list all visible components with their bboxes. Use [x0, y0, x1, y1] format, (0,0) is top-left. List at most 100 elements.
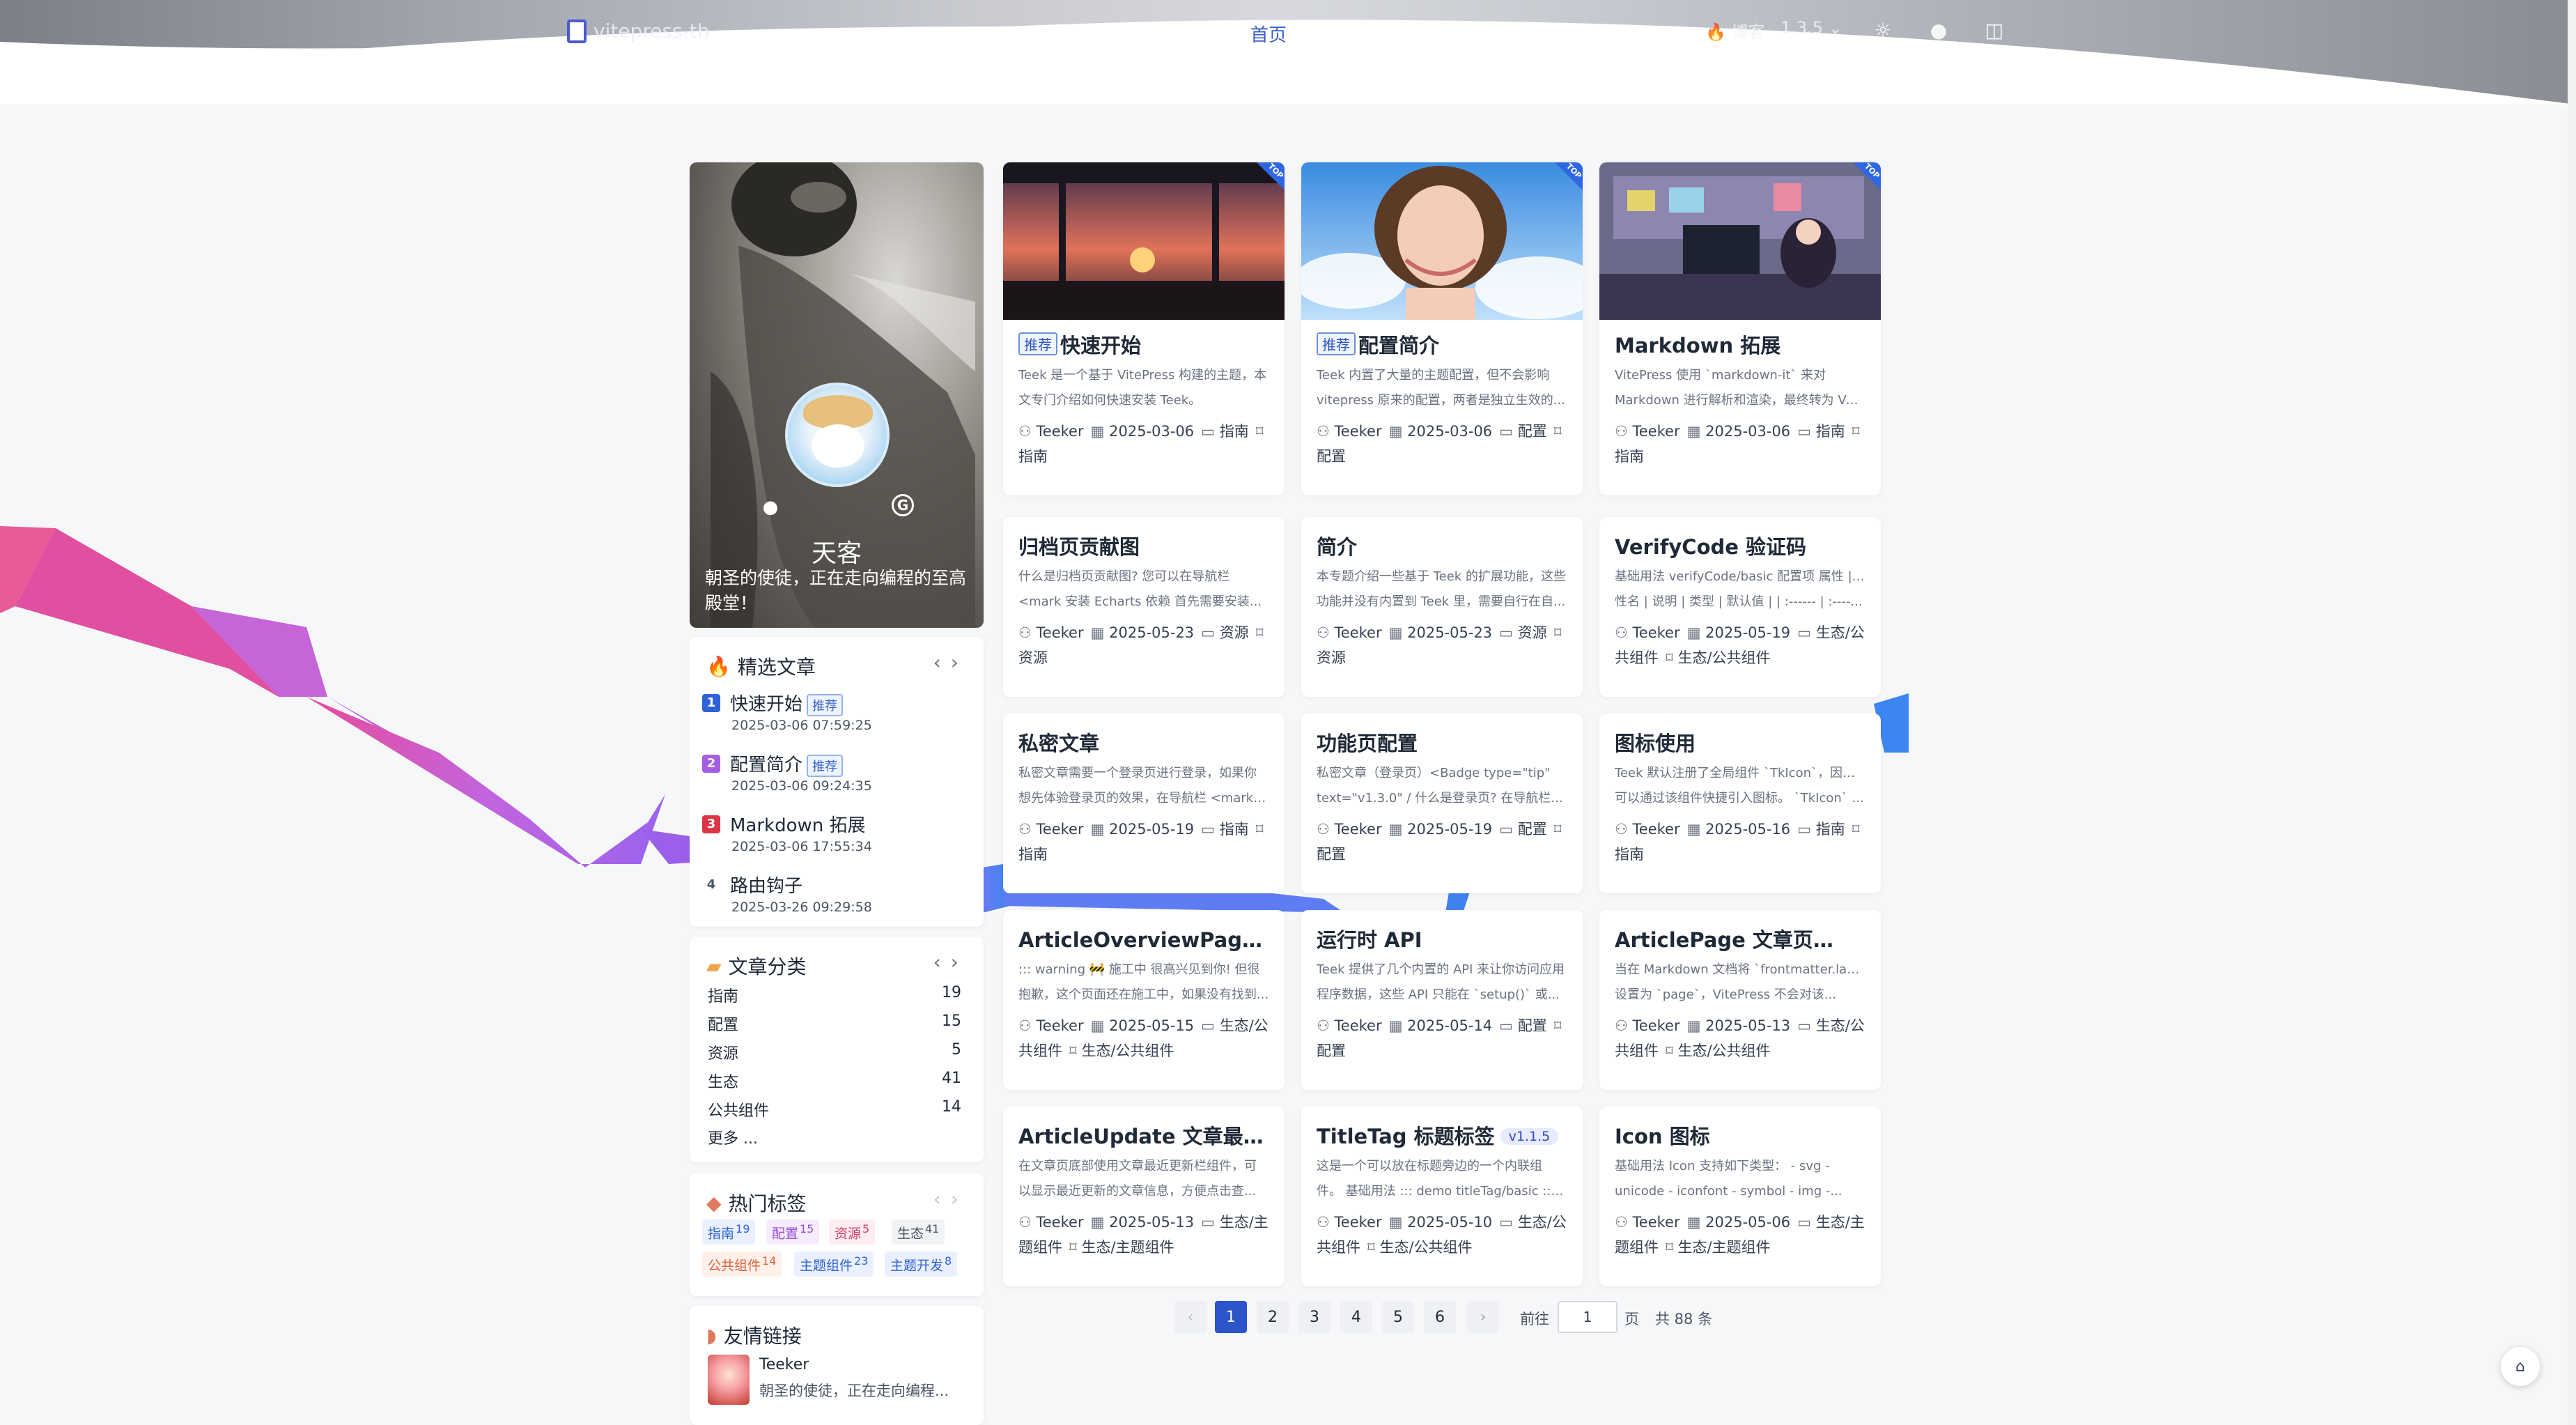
article-card[interactable]: TOP 推荐 快速开始 Teek 是一个基于 VitePress 构建的主题，本 文专门…	[1003, 162, 1285, 495]
article-title[interactable]: VerifyCode 验证码	[1615, 531, 1865, 560]
article-card[interactable]: ArticlePage 文章页 v1.2.0 当在 Markdown 文档将 `fr…	[1599, 910, 1881, 1090]
article-category[interactable]: 配置	[1518, 1017, 1547, 1034]
page-number-button[interactable]: 1	[1215, 1301, 1247, 1333]
article-category[interactable]: 资源	[1518, 624, 1547, 641]
article-card[interactable]: 图标使用 Teek 默认注册了全局组件 `TkIcon`，因此你 可以通过该组件快捷…	[1599, 714, 1881, 893]
article-card[interactable]: TOP 推荐 配置简介 Teek 内置了大量的主题配置，但不会影响 vitepress …	[1301, 162, 1583, 495]
article-card[interactable]: 简介 本专题介绍一些基于 Teek 的扩展功能，这些 功能并没有内置到 Teek 里…	[1301, 517, 1583, 697]
next-page-button[interactable]: ›	[1467, 1301, 1499, 1333]
nav-home-link[interactable]: 首页	[1250, 21, 1287, 47]
article-tag[interactable]: 配置	[1317, 1042, 1346, 1059]
article-title[interactable]: 推荐 快速开始	[1018, 330, 1269, 359]
article-tag[interactable]: 指南	[1018, 846, 1048, 863]
article-card[interactable]: ArticleUpdate 文章最近更... 在文章页底部使用文章最近更新栏组件，…	[1003, 1107, 1285, 1286]
featured-item-title[interactable]: 路由钩子	[730, 872, 802, 898]
article-card[interactable]: 功能页配置 私密文章（登录页）<Badge type="tip" text="v1.…	[1301, 714, 1583, 893]
page-number-button[interactable]: 6	[1424, 1301, 1456, 1333]
article-card[interactable]: TOP Markdown 拓展 VitePress 使用 `markdown-it`…	[1599, 162, 1881, 495]
page-number-button[interactable]: 5	[1382, 1301, 1414, 1333]
featured-item-title[interactable]: 配置简介 推荐	[730, 750, 844, 777]
article-author[interactable]: Teeker	[1037, 821, 1084, 838]
page-number-button[interactable]: 3	[1298, 1301, 1330, 1333]
article-author[interactable]: Teeker	[1633, 423, 1680, 440]
tag-item[interactable]: 主题组件 23	[794, 1251, 874, 1277]
category-item[interactable]: 配置 15	[708, 1012, 961, 1035]
article-tag[interactable]: 配置	[1317, 846, 1346, 863]
article-category[interactable]: 配置	[1518, 423, 1547, 440]
article-author[interactable]: Teeker	[1037, 624, 1084, 641]
article-category[interactable]: 指南	[1220, 821, 1249, 838]
article-tag[interactable]: 生态/主题组件	[1677, 1239, 1770, 1256]
version-dropdown[interactable]: 1.3.5 ⌄	[1780, 18, 1842, 38]
featured-item-title[interactable]: 快速开始 推荐	[730, 690, 844, 716]
article-cover-image[interactable]: TOP	[1599, 162, 1881, 320]
prev-page-button[interactable]: ‹	[1174, 1301, 1206, 1333]
article-category[interactable]: 指南	[1220, 423, 1249, 440]
article-title[interactable]: Icon 图标	[1615, 1120, 1865, 1150]
article-cover-image[interactable]: TOP	[1003, 162, 1285, 320]
article-tag[interactable]: 资源	[1317, 649, 1346, 666]
article-category[interactable]: 配置	[1518, 821, 1547, 838]
category-pager[interactable]: ‹›	[933, 950, 968, 973]
article-author[interactable]: Teeker	[1633, 1017, 1680, 1034]
featured-item[interactable]: 4 路由钩子 2025-03-26 09:29:58	[702, 868, 967, 927]
article-cover-image[interactable]: TOP	[1301, 162, 1583, 320]
page-number-button[interactable]: 4	[1340, 1301, 1372, 1333]
tag-item[interactable]: 配置 15	[766, 1219, 820, 1245]
nav-blog-link[interactable]: 🔥 博客	[1705, 18, 1765, 43]
featured-item[interactable]: 2 配置简介 推荐 2025-03-06 09:24:35	[702, 746, 967, 806]
article-tag[interactable]: 生态/公共组件	[1677, 1042, 1770, 1059]
gitee-icon[interactable]: G	[892, 494, 914, 516]
article-tag[interactable]: 指南	[1615, 846, 1644, 863]
tag-item[interactable]: 资源 5	[829, 1219, 876, 1245]
article-category[interactable]: 指南	[1816, 821, 1845, 838]
article-tag[interactable]: 指南	[1615, 448, 1644, 465]
article-tag[interactable]: 生态/公共组件	[1677, 649, 1770, 666]
article-title[interactable]: Markdown 拓展	[1615, 330, 1865, 359]
featured-item[interactable]: 1 快速开始 推荐 2025-03-06 07:59:25	[702, 686, 967, 746]
article-title[interactable]: 私密文章	[1018, 727, 1269, 757]
article-card[interactable]: 私密文章 私密文章需要一个登录页进行登录，如果你 想先体验登录页的效果，在导航栏 <…	[1003, 714, 1285, 893]
article-category[interactable]: 指南	[1816, 423, 1845, 440]
site-logo-icon[interactable]	[567, 20, 587, 43]
avatar[interactable]	[785, 383, 890, 487]
category-item[interactable]: 指南 19	[708, 984, 961, 1006]
featured-item[interactable]: 3 Markdown 拓展 2025-03-06 17:55:34	[702, 807, 967, 867]
article-author[interactable]: Teeker	[1037, 1214, 1084, 1231]
tag-pager[interactable]: ‹›	[933, 1187, 968, 1210]
article-title[interactable]: ArticlePage 文章页 v1.2.0	[1615, 924, 1865, 953]
article-author[interactable]: Teeker	[1633, 821, 1680, 838]
article-title[interactable]: 归档页贡献图	[1018, 531, 1269, 560]
tag-item[interactable]: 公共组件 14	[702, 1251, 782, 1277]
layout-toggle-icon[interactable]: ◫	[1983, 18, 2006, 42]
back-to-top-button[interactable]: ⌂	[2501, 1347, 2540, 1386]
article-card[interactable]: Icon 图标 基础用法 Icon 支持如下类型： - svg - unicode …	[1599, 1107, 1881, 1286]
article-author[interactable]: Teeker	[1037, 1017, 1084, 1034]
article-card[interactable]: 归档页贡献图 什么是归档页贡献图? 您可以在导航栏 <mark 安装 Echarts…	[1003, 517, 1285, 697]
theme-toggle-icon[interactable]: ☼	[1871, 18, 1895, 42]
article-tag[interactable]: 生态/公共组件	[1081, 1042, 1174, 1059]
goto-page-input[interactable]: 1	[1558, 1301, 1617, 1333]
article-title[interactable]: 简介	[1317, 531, 1567, 560]
article-card[interactable]: TitleTag 标题标签 v1.1.5 这是一个可以放在标题旁边的一个内联组 件。 …	[1301, 1107, 1583, 1286]
article-category[interactable]: 资源	[1220, 624, 1249, 641]
tag-item[interactable]: 主题开发 8	[885, 1251, 958, 1277]
article-tag[interactable]: 生态/公共组件	[1379, 1239, 1472, 1256]
tag-item[interactable]: 指南 19	[702, 1219, 756, 1245]
article-card[interactable]: 运行时 API Teek 提供了几个内置的 API 来让你访问应用 程序数据，这些 …	[1301, 910, 1583, 1090]
featured-pager[interactable]: ‹›	[933, 651, 968, 674]
article-card[interactable]: VerifyCode 验证码 基础用法 verifyCode/basic 配置项 …	[1599, 517, 1881, 697]
category-item[interactable]: 公共组件 14	[708, 1098, 961, 1120]
github-icon[interactable]: ●	[759, 497, 782, 519]
article-author[interactable]: Teeker	[1335, 1017, 1382, 1034]
article-author[interactable]: Teeker	[1633, 624, 1680, 641]
article-title[interactable]: 功能页配置	[1317, 727, 1567, 757]
article-title[interactable]: ArticleOverviewPage 清...	[1018, 924, 1269, 953]
article-author[interactable]: Teeker	[1335, 1214, 1382, 1231]
article-card[interactable]: ArticleOverviewPage 清...::: warning 🚧 施工…	[1003, 910, 1285, 1090]
tag-item[interactable]: 生态 41	[892, 1219, 945, 1245]
friend-name[interactable]: Teeker	[759, 1356, 809, 1373]
article-title[interactable]: ArticleUpdate 文章最近更...	[1018, 1120, 1269, 1150]
article-author[interactable]: Teeker	[1037, 423, 1084, 440]
category-item[interactable]: 生态 41	[708, 1070, 961, 1092]
